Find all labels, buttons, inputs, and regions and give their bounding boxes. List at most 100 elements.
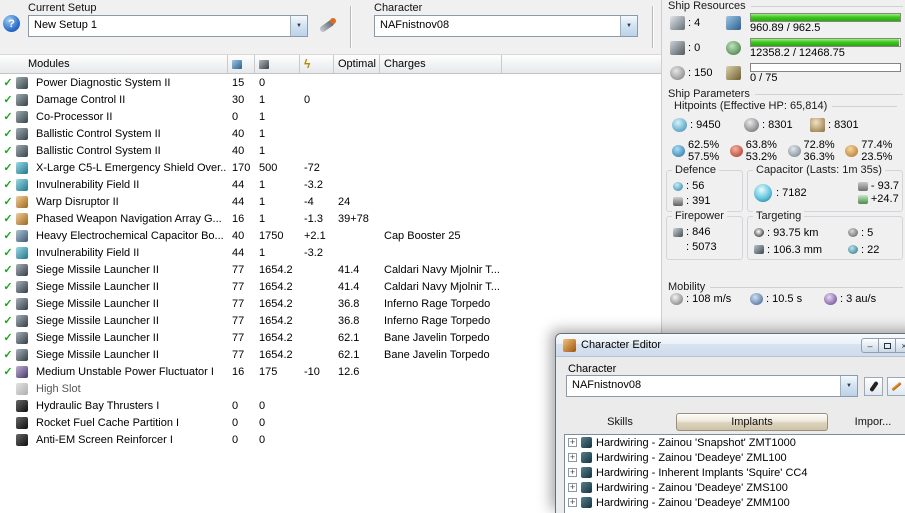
firepower-title: Firepower <box>672 210 727 222</box>
implant-chip-icon <box>581 452 592 463</box>
module-type-icon <box>16 212 28 225</box>
fitted-check-icon: ✓ <box>3 298 13 310</box>
toolbar: ? Current Setup New Setup 1 ▼ Character … <box>0 0 662 54</box>
maximize-button[interactable] <box>878 338 896 353</box>
expand-plus-icon[interactable]: + <box>568 468 577 477</box>
module-row[interactable]: ✓ Warp Disruptor II 44 1 -4 24 <box>0 193 661 210</box>
module-row[interactable]: ✓ Siege Missile Launcher II 77 1654.2 36… <box>0 295 661 312</box>
module-type-icon <box>16 348 28 361</box>
module-row[interactable]: ✓ Power Diagnostic System II 15 0 <box>0 74 661 91</box>
capacitor-amount: 7182 <box>776 187 806 199</box>
implant-name: Hardwiring - Zainou 'Snapshot' ZMT1000 <box>596 436 796 449</box>
fitted-check-icon: ✓ <box>3 315 13 327</box>
help-icon[interactable]: ? <box>3 15 20 32</box>
chevron-down-icon[interactable]: ▼ <box>840 376 857 396</box>
module-icon-cell <box>16 416 30 429</box>
module-powergrid: 1 <box>259 195 266 208</box>
module-type-icon <box>16 382 28 395</box>
chevron-down-icon[interactable]: ▼ <box>620 16 637 36</box>
capacitor-groupbox: Capacitor (Lasts: 1m 35s) 7182 - 93.7 +2… <box>747 164 903 212</box>
character-editor-titlebar[interactable]: Character Editor <box>556 334 905 357</box>
module-row[interactable]: ✓ Invulnerability Field II 44 1 -3.2 <box>0 244 661 261</box>
module-name: Medium Unstable Power Fluctuator I <box>36 365 214 378</box>
module-cpu: 77 <box>232 263 245 276</box>
fitting-tools-button[interactable] <box>315 14 341 38</box>
character-editor-tab[interactable]: Implants <box>676 413 828 431</box>
module-type-icon <box>16 314 28 327</box>
hitpoints-title: Hitpoints (Effective HP: 65,814) <box>674 100 828 112</box>
module-name: Siege Missile Launcher II <box>36 348 159 361</box>
cpu-icon <box>726 16 741 30</box>
module-powergrid: 1 <box>259 212 266 225</box>
fitted-check-icon: ✓ <box>3 162 13 174</box>
module-name: Siege Missile Launcher II <box>36 280 159 293</box>
syringe-icon <box>868 380 879 393</box>
setup-combobox[interactable]: New Setup 1 ▼ <box>28 15 308 37</box>
targeting-groupbox: Targeting 93.75 km 5 106.3 mm 22 <box>747 210 903 260</box>
chevron-down-icon[interactable]: ▼ <box>290 16 307 36</box>
character-editor-tab[interactable]: Skills <box>564 413 676 431</box>
module-row[interactable]: ✓ Phased Weapon Navigation Array G... 16… <box>0 210 661 227</box>
fitted-check-icon: ✓ <box>3 196 13 208</box>
powergrid-column-header <box>254 55 299 73</box>
module-name: Anti-EM Screen Reinforcer I <box>36 433 173 446</box>
powergrid-bar <box>750 37 901 47</box>
expand-plus-icon[interactable]: + <box>568 438 577 447</box>
fitted-check-icon: ✓ <box>3 77 13 89</box>
implant-row[interactable]: + Hardwiring - Zainou 'Deadeye' ZMM100 <box>565 495 905 510</box>
cpu-icon <box>232 59 242 69</box>
module-optimal: 36.8 <box>338 314 360 327</box>
module-type-icon <box>16 297 28 310</box>
implant-row[interactable]: + Hardwiring - Zainou 'Snapshot' ZMT1000 <box>565 435 905 450</box>
expand-plus-icon[interactable]: + <box>568 498 577 507</box>
module-powergrid: 0 <box>259 433 266 446</box>
module-cpu: 77 <box>232 314 245 327</box>
implant-row[interactable]: + Hardwiring - Zainou 'Deadeye' ZML100 <box>565 450 905 465</box>
expand-plus-icon[interactable]: + <box>568 483 577 492</box>
module-row[interactable]: ✓ Ballistic Control System II 40 1 <box>0 125 661 142</box>
calibration-resource-row: 150 0 / 75 <box>670 61 901 85</box>
shield-recharge-icon <box>673 181 683 191</box>
module-charges: Caldari Navy Mjolnir T... <box>384 280 500 293</box>
module-name: Invulnerability Field II <box>36 178 140 191</box>
module-cpu: 30 <box>232 93 245 106</box>
close-button[interactable]: × <box>895 338 905 353</box>
fitted-check-icon: ✓ <box>3 111 13 123</box>
speed-icon <box>670 293 683 305</box>
implant-row[interactable]: + Hardwiring - Zainou 'Deadeye' ZMS100 <box>565 480 905 495</box>
module-row[interactable]: ✓ Damage Control II 30 1 0 <box>0 91 661 108</box>
module-row[interactable]: ✓ Invulnerability Field II 44 1 -3.2 <box>0 176 661 193</box>
module-row[interactable]: ✓ Co-Processor II 0 1 <box>0 108 661 125</box>
module-row[interactable]: ✓ Ballistic Control System II 40 1 <box>0 142 661 159</box>
minimize-button[interactable]: – <box>861 338 879 353</box>
edit-pen-button[interactable] <box>887 377 905 396</box>
module-powergrid: 1 <box>259 178 266 191</box>
module-row[interactable]: ✓ Heavy Electrochemical Capacitor Bo... … <box>0 227 661 244</box>
module-cpu: 0 <box>232 399 239 412</box>
thermal-damage-icon <box>729 145 743 157</box>
module-icon-cell <box>16 110 30 123</box>
character-editor-combobox[interactable]: NAFnistnov08 ▼ <box>566 375 858 397</box>
module-icon-cell <box>16 212 30 225</box>
module-name: High Slot <box>36 382 81 395</box>
implant-row[interactable]: + Hardwiring - Inherent Implants 'Squire… <box>565 465 905 480</box>
expand-plus-icon[interactable]: + <box>568 453 577 462</box>
fitted-check-icon: ✓ <box>3 179 13 191</box>
module-row[interactable]: ✓ Siege Missile Launcher II 77 1654.2 36… <box>0 312 661 329</box>
module-row[interactable]: ✓ X-Large C5-L Emergency Shield Over... … <box>0 159 661 176</box>
character-editor-tab[interactable]: Impor... <box>828 413 905 431</box>
mobility-row: 108 m/s 10.5 s 3 au/s <box>670 293 903 305</box>
syringe-button[interactable] <box>864 377 883 396</box>
fitted-check-icon: ✓ <box>3 332 13 344</box>
character-combobox[interactable]: NAFnistnov08 ▼ <box>374 15 638 37</box>
module-row[interactable]: ✓ Siege Missile Launcher II 77 1654.2 41… <box>0 278 661 295</box>
module-icon-cell <box>16 263 30 276</box>
character-value: NAFnistnov08 <box>380 19 450 31</box>
defence-groupbox: Defence 56 391 <box>666 164 743 212</box>
module-optimal: 41.4 <box>338 280 360 293</box>
module-row[interactable]: ✓ Siege Missile Launcher II 77 1654.2 41… <box>0 261 661 278</box>
cap-drain-value: - 93.7 <box>870 180 899 192</box>
fitted-check-icon: ✓ <box>3 94 13 106</box>
capacitor-title: Capacitor (Lasts: 1m 35s) <box>753 164 885 176</box>
module-charges: Caldari Navy Mjolnir T... <box>384 263 500 276</box>
